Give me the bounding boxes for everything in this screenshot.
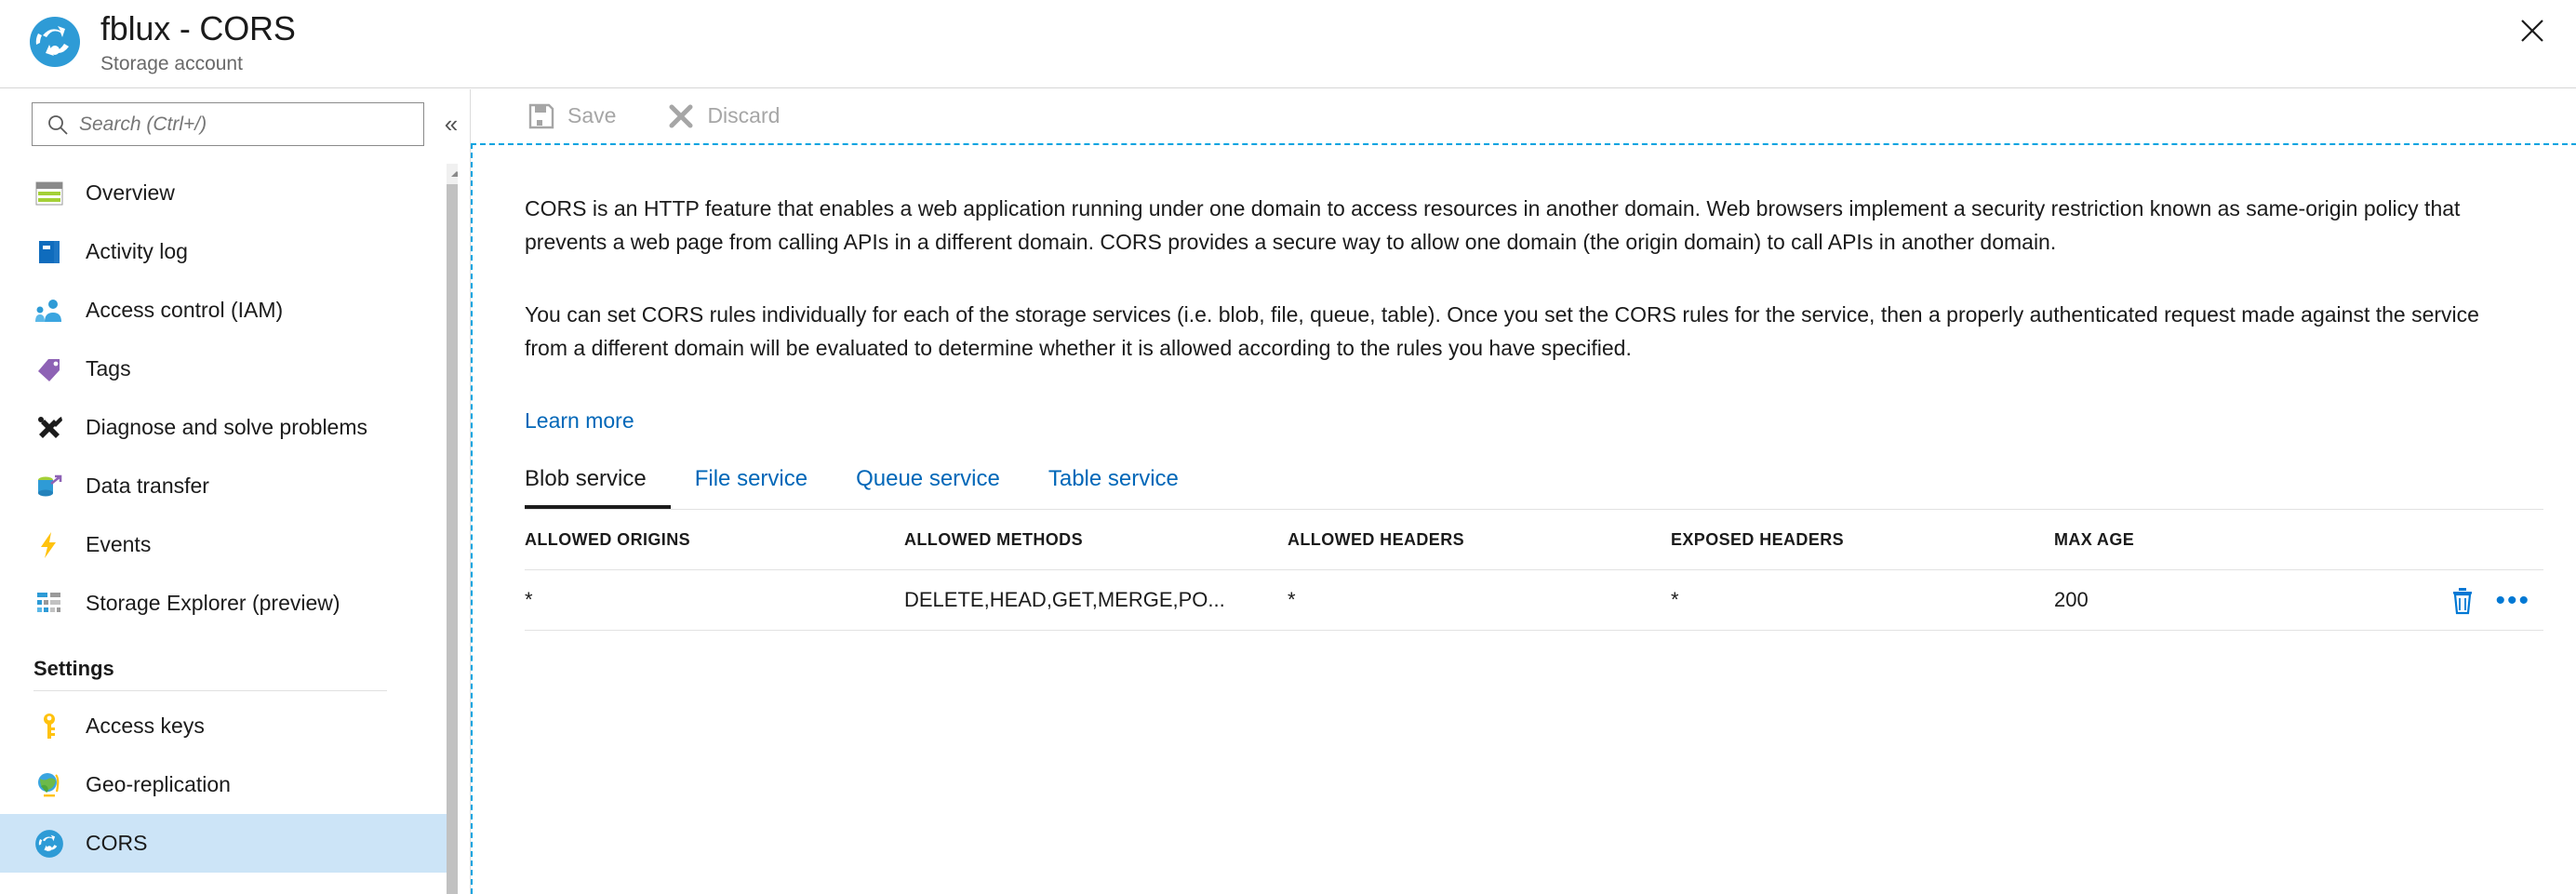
sidebar-item-cors[interactable]: CORS [0, 814, 458, 873]
column-header-exposed-headers: EXPOSED HEADERS [1671, 529, 1845, 549]
service-tabs: Blob service File service Queue service … [525, 466, 1227, 509]
sidebar-item-label: Events [86, 532, 152, 556]
cell-exposed-headers: * [1671, 588, 1679, 611]
cors-description-paragraph-1: CORS is an HTTP feature that enables a w… [525, 196, 2461, 254]
azure-portal-blade: fblux - CORS Storage account « [0, 0, 2576, 894]
sidebar-item-label: Storage Explorer (preview) [86, 591, 340, 615]
cors-icon [33, 828, 65, 860]
sidebar-item-geo-replication[interactable]: Geo-replication [0, 755, 458, 814]
sidebar-item-data-transfer[interactable]: Data transfer [0, 457, 458, 515]
blade-title-group: fblux - CORS Storage account [100, 7, 296, 77]
table-header-row: ALLOWED ORIGINS ALLOWED METHODS ALLOWED … [525, 510, 2543, 569]
cors-rules-table: ALLOWED ORIGINS ALLOWED METHODS ALLOWED … [525, 510, 2543, 631]
activity-log-icon [33, 236, 65, 268]
cors-description-paragraph-2: You can set CORS rules individually for … [525, 302, 2479, 360]
tab-table-service[interactable]: Table service [1048, 466, 1203, 509]
sidebar-search-row: « [0, 102, 458, 154]
blade-sidebar: « Overview [0, 89, 458, 894]
cell-allowed-methods: DELETE,HEAD,GET,MERGE,PO... [904, 588, 1225, 611]
sidebar-section-settings: Settings [33, 657, 114, 680]
row-actions: ••• [2450, 570, 2530, 632]
sidebar-item-access-keys[interactable]: Access keys [0, 697, 458, 755]
table-row[interactable]: * DELETE,HEAD,GET,MERGE,PO... * * 200 ••… [525, 569, 2543, 631]
blade-content: Save Discard CORS is an HTTP feature tha… [470, 89, 2576, 894]
column-header-allowed-headers: ALLOWED HEADERS [1288, 529, 1464, 549]
globe-icon [33, 769, 65, 801]
trash-icon[interactable] [2450, 587, 2475, 615]
access-control-icon [33, 295, 65, 327]
save-button[interactable]: Save [528, 103, 616, 129]
sidebar-scrollbar-thumb[interactable] [447, 184, 458, 894]
cell-max-age: 200 [2054, 588, 2089, 611]
cors-settings-panel: CORS is an HTTP feature that enables a w… [471, 143, 2576, 894]
tab-queue-service[interactable]: Queue service [856, 466, 1024, 509]
tags-icon [33, 354, 65, 385]
sidebar-item-label: Access control (IAM) [86, 298, 284, 322]
search-box[interactable] [32, 102, 424, 146]
sidebar-item-events[interactable]: Events [0, 515, 458, 574]
blade-header: fblux - CORS Storage account [0, 0, 2576, 88]
sidebar-item-overview[interactable]: Overview [0, 164, 458, 222]
diagnose-icon [33, 412, 65, 444]
storage-explorer-icon [33, 588, 65, 620]
cell-allowed-headers: * [1288, 588, 1296, 611]
data-transfer-icon [33, 471, 65, 502]
sidebar-nav-list: Overview Activity log Access control (IA… [0, 164, 458, 894]
save-icon [528, 103, 554, 129]
sidebar-item-label: Overview [86, 180, 175, 205]
tab-blob-service[interactable]: Blob service [525, 466, 671, 509]
cell-allowed-origins: * [525, 588, 533, 611]
sidebar-item-label: Access keys [86, 714, 205, 738]
events-icon [33, 529, 65, 561]
discard-button-label: Discard [707, 103, 781, 127]
learn-more-link[interactable]: Learn more [525, 408, 634, 434]
sidebar-item-label: Activity log [86, 239, 188, 263]
sidebar-item-storage-explorer[interactable]: Storage Explorer (preview) [0, 574, 458, 633]
sidebar-item-label: Data transfer [86, 474, 209, 498]
tab-file-service[interactable]: File service [695, 466, 832, 509]
column-header-allowed-methods: ALLOWED METHODS [904, 529, 1083, 549]
ellipsis-icon[interactable]: ••• [2495, 587, 2530, 615]
sidebar-section-divider [33, 690, 387, 691]
page-subtitle: Storage account [100, 53, 243, 74]
search-icon [46, 113, 70, 137]
sidebar-item-label: Diagnose and solve problems [86, 415, 368, 439]
key-icon [33, 711, 65, 742]
column-header-max-age: MAX AGE [2054, 529, 2135, 549]
page-title: fblux - CORS [100, 9, 296, 47]
discard-x-icon [668, 103, 694, 129]
command-toolbar: Save Discard [471, 89, 2576, 142]
sidebar-item-label: CORS [86, 831, 148, 855]
column-header-allowed-origins: ALLOWED ORIGINS [525, 529, 690, 549]
sidebar-item-activity-log[interactable]: Activity log [0, 222, 458, 281]
search-input[interactable] [70, 103, 423, 145]
sidebar-item-label: Tags [86, 356, 131, 380]
sidebar-item-diagnose[interactable]: Diagnose and solve problems [0, 398, 458, 457]
chevron-double-left-icon[interactable]: « [437, 110, 458, 138]
overview-icon [33, 178, 65, 209]
discard-button[interactable]: Discard [668, 103, 780, 129]
sidebar-item-label: Geo-replication [86, 772, 231, 796]
storage-account-icon [28, 15, 82, 69]
close-icon[interactable] [2511, 9, 2554, 52]
save-button-label: Save [567, 103, 617, 127]
sidebar-item-tags[interactable]: Tags [0, 340, 458, 398]
sidebar-item-access-control[interactable]: Access control (IAM) [0, 281, 458, 340]
scroll-up-arrow-icon[interactable] [447, 164, 458, 184]
